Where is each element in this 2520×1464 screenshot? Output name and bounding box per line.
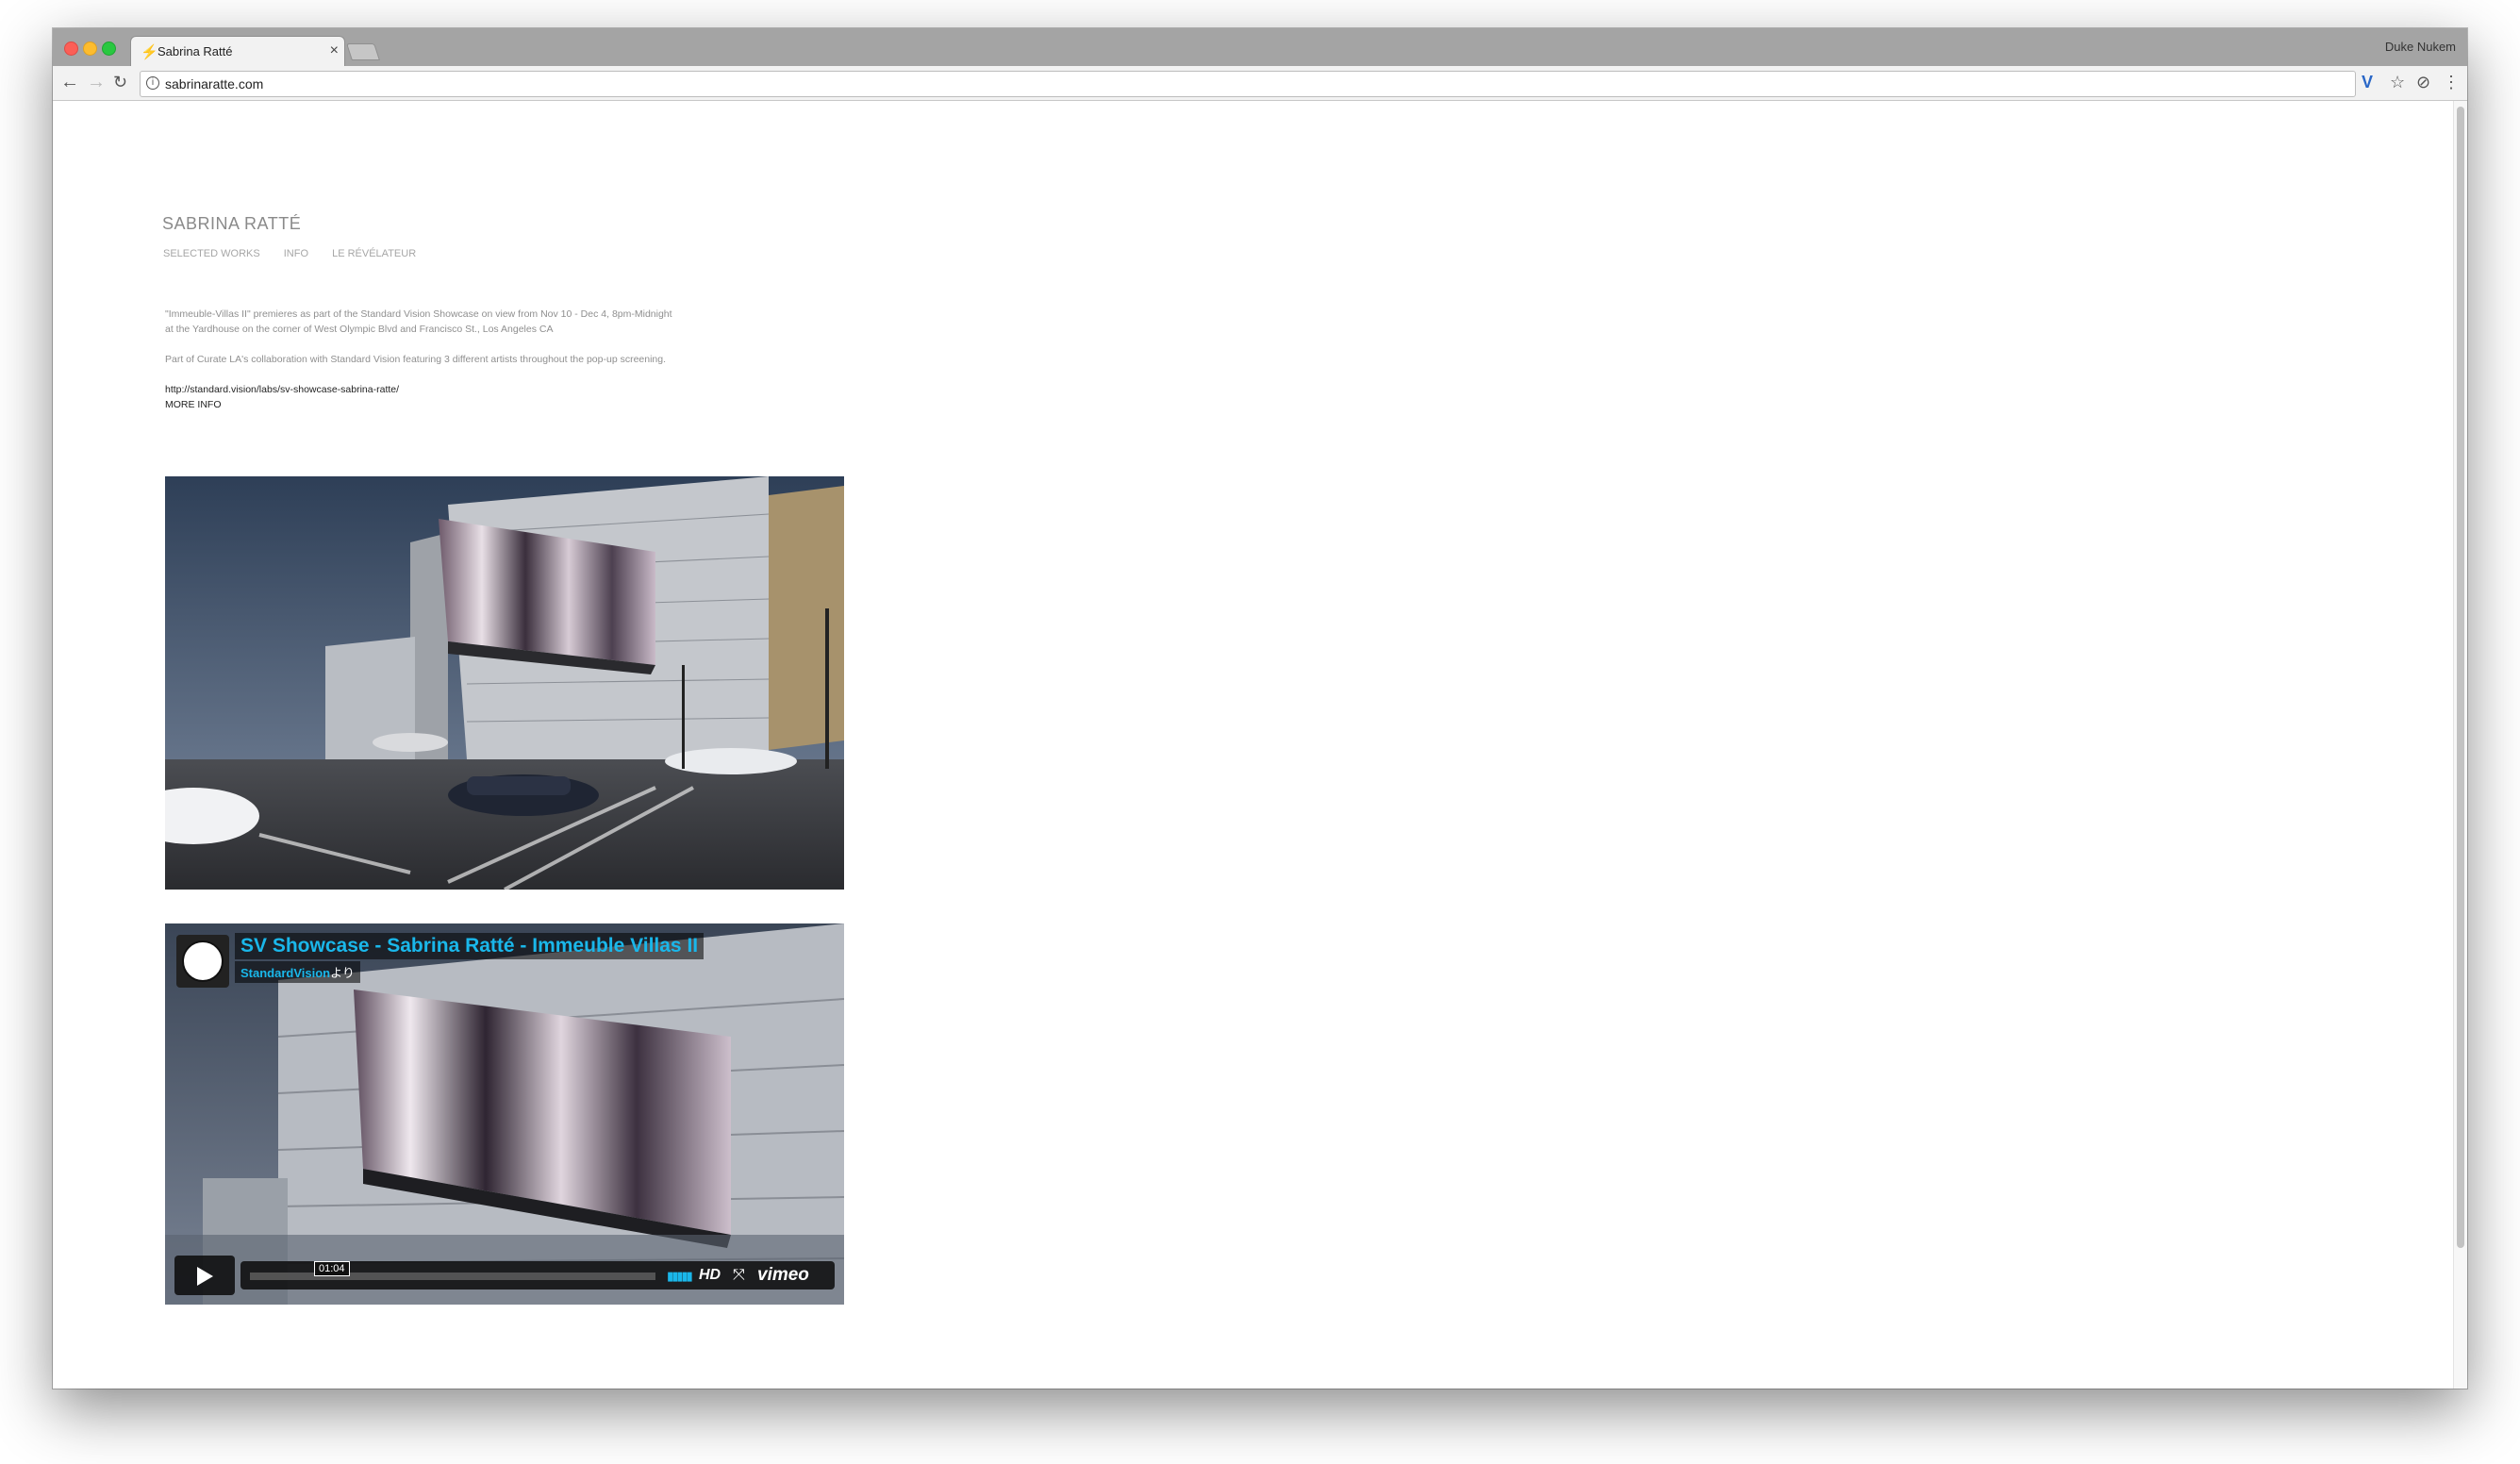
progress-track[interactable]: 01:04 <box>250 1261 655 1280</box>
browser-toolbar: ← → ↻ i sabrinaratte.com V ☆ ⊘ ⋮ <box>53 66 2467 101</box>
showcase-link[interactable]: http://standard.vision/labs/sv-showcase-… <box>165 382 399 397</box>
tab-active[interactable]: ⚡ Sabrina Ratté × <box>130 36 345 67</box>
post-paragraph-2: Part of Curate LA's collaboration with S… <box>165 354 667 365</box>
play-icon <box>197 1267 213 1286</box>
profile-name[interactable]: Duke Nukem <box>2385 40 2456 54</box>
video-controls: 01:04 ▮▮▮▮▮ HD ⤧ vimeo <box>174 1256 835 1295</box>
close-tab-icon[interactable]: × <box>330 42 339 59</box>
info-icon[interactable]: i <box>146 76 159 90</box>
control-bar: 01:04 ▮▮▮▮▮ HD ⤧ vimeo <box>240 1261 835 1289</box>
browser-window: ⚡ Sabrina Ratté × Duke Nukem ← → ↻ i sab… <box>53 28 2467 1389</box>
menu-dots-icon[interactable]: ⋮ <box>2443 72 2460 92</box>
byline-suffix: より <box>330 966 355 980</box>
billboard-photo <box>165 476 844 890</box>
vimeo-logo[interactable]: vimeo <box>757 1265 809 1286</box>
forward-arrow-icon[interactable]: → <box>87 71 106 93</box>
lightning-icon: ⚡ <box>141 44 158 60</box>
billboard-photo-illustration <box>165 476 844 890</box>
url-text[interactable]: sabrinaratte.com <box>165 76 263 92</box>
tab-strip: ⚡ Sabrina Ratté × Duke Nukem <box>53 28 2467 67</box>
site-nav: SELECTED WORKS INFO LE RÉVÉLATEUR <box>163 248 437 259</box>
zoom-window-button[interactable] <box>102 42 116 56</box>
minimize-window-button[interactable] <box>83 42 97 56</box>
bookmark-star-icon[interactable]: ☆ <box>2390 72 2405 92</box>
scrollbar-thumb[interactable] <box>2457 107 2464 1248</box>
close-window-button[interactable] <box>64 42 78 56</box>
tab-title: Sabrina Ratté <box>158 44 233 58</box>
video-title[interactable]: SV Showcase - Sabrina Ratté - Immeuble V… <box>235 933 705 959</box>
nav-le-revelateur[interactable]: LE RÉVÉLATEUR <box>332 248 416 259</box>
avatar-ring <box>182 940 224 982</box>
video-byline: StandardVisionより <box>235 961 360 983</box>
post-paragraph-1-line-1: "Immeuble-Villas II" premieres as part o… <box>165 308 672 320</box>
address-bar[interactable]: i sabrinaratte.com <box>140 71 2356 97</box>
hd-toggle[interactable]: HD <box>699 1267 721 1284</box>
extension-v-icon[interactable]: V <box>2362 72 2373 92</box>
more-info-link[interactable]: MORE INFO <box>165 397 399 412</box>
video-player[interactable]: SV Showcase - Sabrina Ratté - Immeuble V… <box>165 923 844 1305</box>
page-scrollbar[interactable] <box>2453 101 2467 1389</box>
post-paragraph-1: "Immeuble-Villas II" premieres as part o… <box>165 307 731 337</box>
play-button[interactable] <box>174 1256 235 1295</box>
volume-icon[interactable]: ▮▮▮▮▮ <box>667 1269 693 1284</box>
page-viewport: SABRINA RATTÉ SELECTED WORKS INFO LE RÉV… <box>53 101 2467 1389</box>
video-duration: 01:04 <box>314 1261 350 1276</box>
channel-avatar[interactable] <box>176 935 229 988</box>
reload-icon[interactable]: ↻ <box>113 71 127 93</box>
back-arrow-icon[interactable]: ← <box>60 71 79 93</box>
post-paragraph-1-line-2: at the Yardhouse on the corner of West O… <box>165 324 554 335</box>
site-title[interactable]: SABRINA RATTÉ <box>162 214 301 234</box>
nav-selected-works[interactable]: SELECTED WORKS <box>163 248 260 259</box>
nav-info[interactable]: INFO <box>284 248 308 259</box>
post-links: http://standard.vision/labs/sv-showcase-… <box>165 382 399 412</box>
new-tab-button[interactable] <box>346 43 380 60</box>
fullscreen-icon[interactable]: ⤧ <box>733 1267 745 1284</box>
video-owner-link[interactable]: StandardVision <box>240 966 330 980</box>
extension-icon[interactable]: ⊘ <box>2416 72 2430 92</box>
